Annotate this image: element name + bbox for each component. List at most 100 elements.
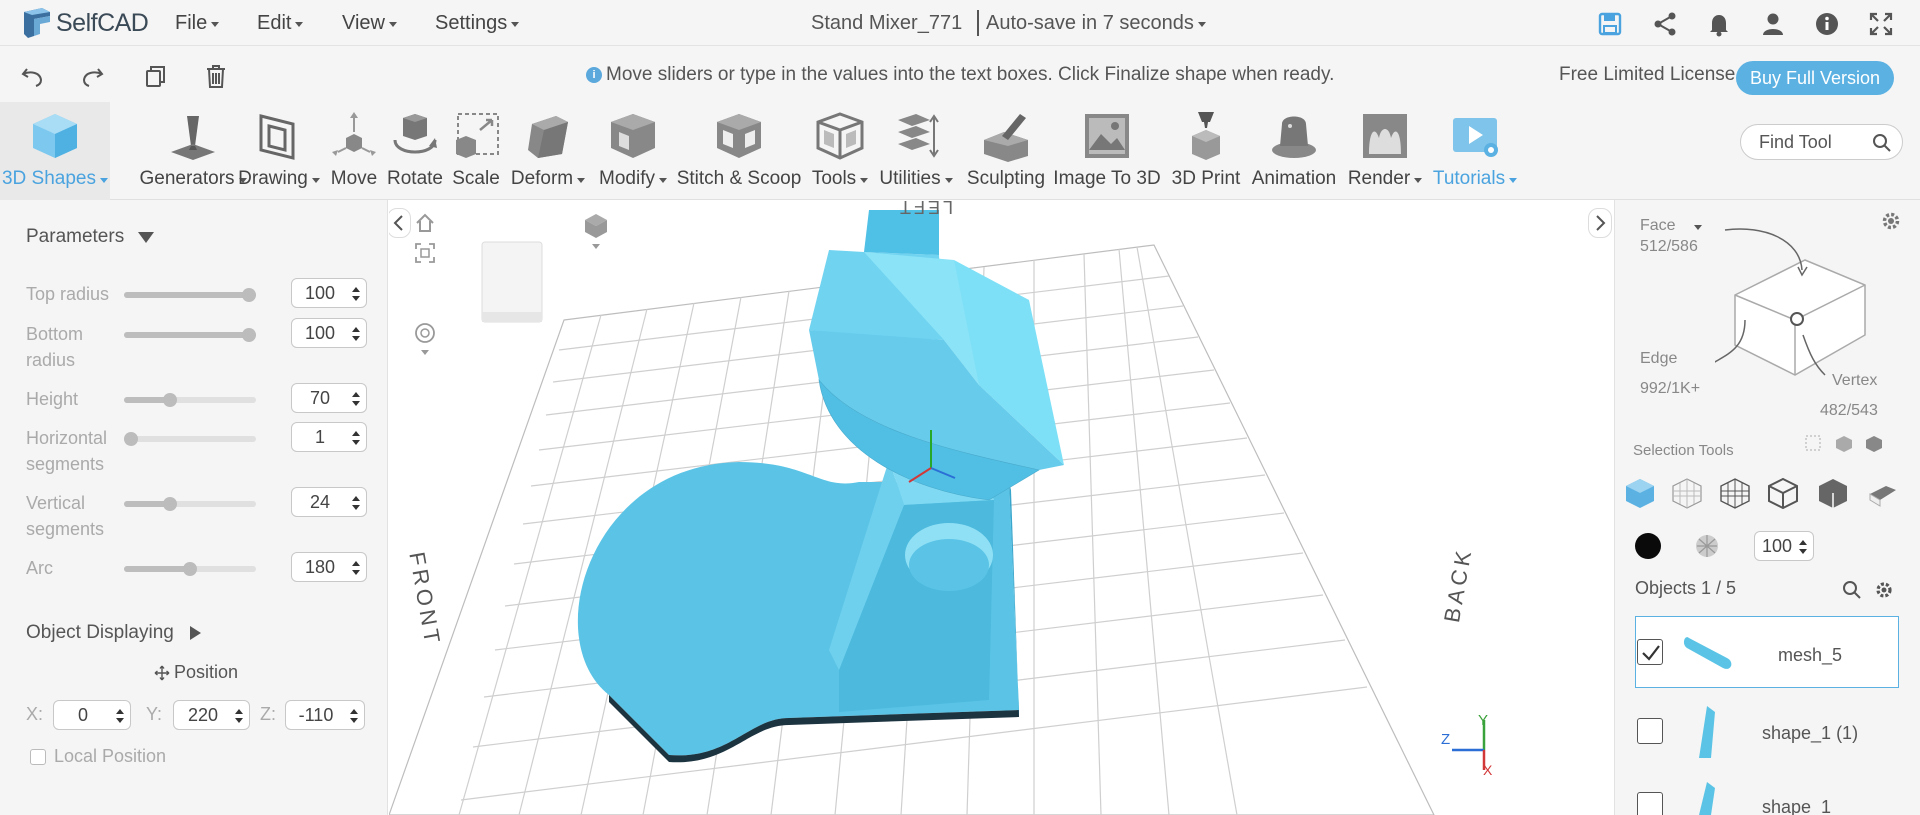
spin-up-icon[interactable] [352, 496, 360, 501]
share-icon[interactable] [1652, 11, 1678, 37]
gear-icon[interactable] [1880, 210, 1902, 232]
autosave-status[interactable]: Auto-save in 7 seconds [986, 0, 1206, 46]
local-position-checkbox[interactable]: Local Position [30, 746, 166, 767]
bell-icon[interactable] [1706, 11, 1732, 37]
redo-icon[interactable] [79, 63, 105, 89]
home-icon[interactable] [414, 212, 436, 234]
param-arc-slider[interactable] [124, 562, 256, 576]
slider-knob[interactable] [242, 288, 256, 302]
param-bottom-radius-slider[interactable] [124, 328, 256, 342]
orbit-icon[interactable] [414, 322, 436, 358]
tool-3d-shapes[interactable]: 3D Shapes [0, 102, 110, 200]
tool-tools[interactable]: Tools [808, 102, 872, 200]
spin-down-icon[interactable] [352, 570, 360, 575]
position-z-input[interactable]: -110 [285, 700, 365, 730]
object-checkbox-shape-1-1[interactable] [1637, 718, 1663, 744]
spin-down-icon[interactable] [352, 401, 360, 406]
search-icon[interactable] [1872, 133, 1892, 153]
spin-down-icon[interactable] [352, 336, 360, 341]
param-top-radius-slider[interactable] [124, 288, 256, 302]
face-label[interactable]: Face [1640, 217, 1703, 235]
user-icon[interactable] [1760, 11, 1786, 37]
select-solid-icon[interactable] [1864, 434, 1884, 454]
tool-tutorials[interactable]: Tutorials [1430, 102, 1520, 200]
slider-knob[interactable] [124, 432, 138, 446]
position-x-input[interactable]: 0 [53, 700, 131, 730]
tool-animation[interactable]: Animation [1244, 102, 1344, 200]
object-checkbox-shape-1[interactable] [1637, 792, 1663, 815]
object-checkbox-mesh-5[interactable] [1637, 639, 1663, 665]
spin-down-icon[interactable] [352, 440, 360, 445]
select-edge-icon[interactable] [1718, 476, 1752, 510]
scene-canvas[interactable] [389, 200, 1614, 815]
spin-down-icon[interactable] [1799, 549, 1807, 554]
spin-down-icon[interactable] [350, 718, 358, 723]
tool-image-to-3d[interactable]: Image To 3D [1052, 102, 1162, 200]
texture-icon[interactable] [1694, 533, 1720, 559]
tool-move[interactable]: Move [326, 102, 382, 200]
tool-render[interactable]: Render [1346, 102, 1424, 200]
select-object-icon[interactable] [1623, 476, 1657, 510]
slider-knob[interactable] [242, 328, 256, 342]
spin-down-icon[interactable] [352, 296, 360, 301]
spin-up-icon[interactable] [352, 561, 360, 566]
spin-up-icon[interactable] [352, 327, 360, 332]
param-bottom-radius-input[interactable]: 100 [291, 318, 367, 348]
select-cube-icon[interactable] [1834, 434, 1854, 454]
position-y-input[interactable]: 220 [173, 700, 250, 730]
search-icon[interactable] [1842, 580, 1862, 600]
select-box-icon[interactable] [1804, 434, 1824, 454]
spin-up-icon[interactable] [235, 709, 243, 714]
3d-viewport[interactable]: LEFT FRONT BACK Y Z X [389, 200, 1614, 815]
param-horizontal-segments-slider[interactable] [124, 432, 256, 446]
color-picker-swatch[interactable] [1635, 533, 1661, 559]
opacity-input[interactable]: 100 [1754, 531, 1814, 561]
spin-up-icon[interactable] [116, 709, 124, 714]
spin-down-icon[interactable] [235, 718, 243, 723]
param-top-radius-input[interactable]: 100 [291, 278, 367, 308]
param-vertical-segments-slider[interactable] [124, 497, 256, 511]
checkbox-icon[interactable] [30, 748, 46, 765]
spin-down-icon[interactable] [116, 718, 124, 723]
menu-view[interactable]: View [342, 0, 397, 46]
param-horizontal-segments-input[interactable]: 1 [291, 422, 367, 452]
select-plane-icon[interactable] [1866, 480, 1900, 510]
tool-deform[interactable]: Deform [506, 102, 590, 200]
info-icon[interactable] [1814, 11, 1840, 37]
select-face-icon[interactable] [1670, 476, 1704, 510]
select-vertex-icon[interactable] [1766, 476, 1800, 510]
tool-scale[interactable]: Scale [447, 102, 505, 200]
spin-up-icon[interactable] [350, 709, 358, 714]
spin-up-icon[interactable] [1799, 540, 1807, 545]
object-row-mesh-5[interactable] [1635, 616, 1899, 688]
fullscreen-icon[interactable] [1868, 11, 1894, 37]
tool-sculpting[interactable]: Sculpting [962, 102, 1050, 200]
menu-edit[interactable]: Edit [257, 0, 304, 46]
param-height-slider[interactable] [124, 393, 256, 407]
menu-settings[interactable]: Settings [435, 0, 520, 46]
collapse-right-panel-button[interactable] [1588, 208, 1612, 238]
buy-full-version-button[interactable]: Buy Full Version [1736, 61, 1894, 95]
tool-stitch-scoop[interactable]: Stitch & Scoop [676, 102, 802, 200]
undo-icon[interactable] [20, 63, 46, 89]
tool-rotate[interactable]: Rotate [384, 102, 446, 200]
find-tool-input[interactable] [1759, 125, 1869, 159]
param-arc-input[interactable]: 180 [291, 552, 367, 582]
tool-utilities[interactable]: Utilities [876, 102, 956, 200]
selfcad-logo[interactable]: SelfCAD [20, 4, 149, 42]
collapse-left-panel-button[interactable] [389, 208, 411, 238]
tool-drawing[interactable]: Drawing [237, 102, 321, 200]
spin-up-icon[interactable] [352, 431, 360, 436]
perspective-icon[interactable] [583, 212, 609, 252]
parameters-header[interactable]: Parameters [26, 226, 155, 248]
object-displaying-header[interactable]: Object Displaying [26, 622, 201, 644]
tool-generators[interactable]: Generators [139, 102, 247, 200]
delete-icon[interactable] [203, 63, 229, 89]
tool-3d-print[interactable]: 3D Print [1168, 102, 1244, 200]
fit-view-icon[interactable] [414, 242, 436, 264]
slider-knob[interactable] [183, 562, 197, 576]
spin-up-icon[interactable] [352, 392, 360, 397]
document-title[interactable]: Stand Mixer_771 [811, 0, 962, 46]
gear-icon[interactable] [1874, 580, 1894, 600]
menu-file[interactable]: File [175, 0, 220, 46]
